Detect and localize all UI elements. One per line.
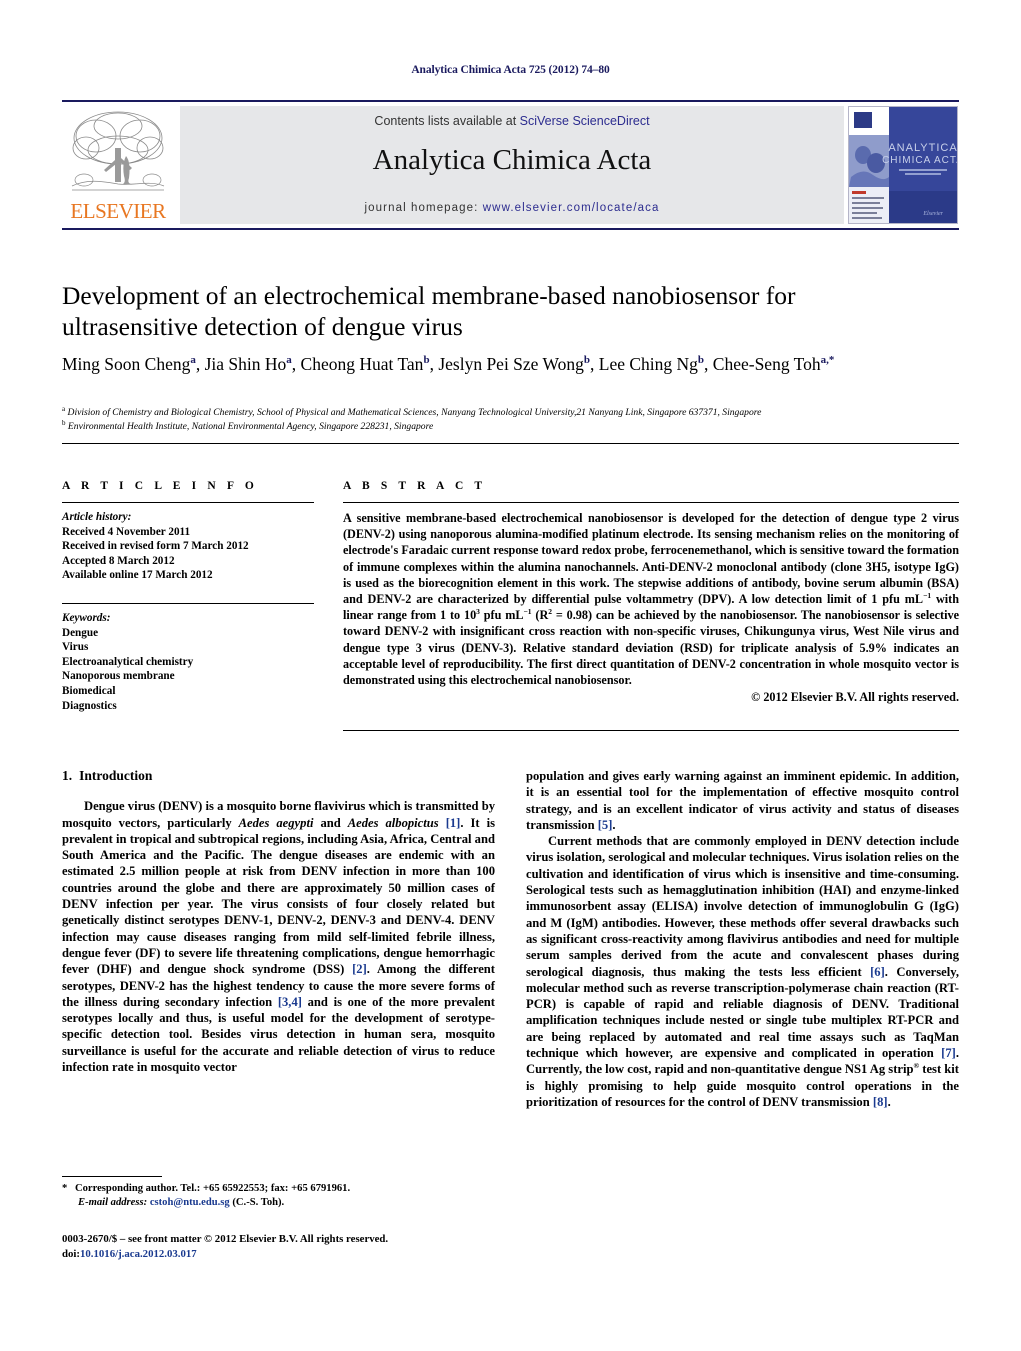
issn-front-matter: 0003-2670/$ – see front matter © 2012 El…	[62, 1233, 389, 1245]
keyword-item: Biomedical	[62, 684, 116, 697]
abstract-bottom-divider	[343, 730, 959, 731]
homepage-label: journal homepage:	[364, 202, 483, 214]
abstract-heading: A B S T R A C T	[343, 480, 487, 492]
keyword-item: Electroanalytical chemistry	[62, 655, 194, 668]
keyword-item: Diagnostics	[62, 699, 117, 712]
journal-homepage-line: journal homepage: www.elsevier.com/locat…	[180, 202, 844, 214]
corresponding-author-note: * Corresponding author. Tel.: +65 659225…	[62, 1183, 351, 1194]
elsevier-tree-icon	[68, 108, 168, 200]
affiliations: a Division of Chemistry and Biological C…	[62, 404, 959, 433]
svg-text:ANALYTICA: ANALYTICA	[888, 142, 957, 154]
abstract-column: A B S T R A C T A sensitive membrane-bas…	[343, 480, 959, 705]
keywords-block: Keywords: Dengue Virus Electroanalytical…	[62, 611, 314, 713]
affiliation-divider	[62, 443, 959, 444]
elsevier-wordmark: ELSEVIER	[70, 199, 166, 223]
article-title: Development of an electrochemical membra…	[62, 281, 796, 341]
email-note[interactable]: E-mail address: cstoh@ntu.edu.sg (C.-S. …	[62, 1196, 495, 1210]
journal-cover-thumbnail: ANALYTICA CHIMICA ACTA Elsevier	[848, 106, 958, 224]
elsevier-logo: ELSEVIER	[62, 104, 174, 226]
abstract-rule	[343, 502, 959, 503]
contents-line: Contents lists available at SciVerse Sci…	[180, 114, 844, 128]
footnote-divider	[62, 1176, 162, 1177]
history-item: Available online 17 March 2012	[62, 569, 213, 582]
body-column-right: population and gives early warning again…	[526, 768, 959, 1110]
imprint-block: 0003-2670/$ – see front matter © 2012 El…	[62, 1232, 562, 1261]
masthead-banner: Contents lists available at SciVerse Sci…	[180, 106, 844, 224]
abstract-text: A sensitive membrane-based electrochemic…	[343, 511, 959, 688]
journal-article-page: Analytica Chimica Acta 725 (2012) 74–80	[0, 0, 1021, 1351]
contents-prefix: Contents lists available at	[374, 114, 520, 128]
history-item: Received in revised form 7 March 2012	[62, 540, 249, 553]
author-list: Ming Soon Chenga, Jia Shin Hoa, Cheong H…	[62, 354, 835, 374]
affiliation-a: a Division of Chemistry and Biological C…	[62, 404, 762, 418]
history-item: Received 4 November 2011	[62, 525, 191, 538]
article-info-heading: A R T I C L E I N F O	[62, 480, 258, 492]
article-info-column: A R T I C L E I N F O Article history: R…	[62, 480, 314, 713]
abstract-copyright: © 2012 Elsevier B.V. All rights reserved…	[751, 690, 959, 705]
affiliation-b: b Environmental Health Institute, Nation…	[62, 418, 434, 432]
keywords-label: Keywords:	[62, 611, 111, 624]
section-heading-introduction: 1. Introduction	[62, 768, 495, 784]
keyword-item: Dengue	[62, 626, 99, 639]
paragraph: population and gives early warning again…	[526, 769, 959, 832]
keywords-rule	[62, 602, 314, 604]
sciencedirect-link[interactable]: SciVerse ScienceDirect	[520, 114, 650, 128]
article-history: Article history: Received 4 November 201…	[62, 510, 314, 583]
article-info-rule	[62, 502, 314, 503]
article-history-label: Article history:	[62, 511, 132, 523]
section-number: 1.	[62, 768, 73, 783]
paragraph: Dengue virus (DENV) is a mosquito borne …	[62, 799, 496, 1075]
homepage-url-link[interactable]: www.elsevier.com/locate/aca	[483, 202, 660, 214]
svg-text:CHIMICA ACTA: CHIMICA ACTA	[882, 155, 957, 166]
section-title: Introduction	[79, 768, 153, 783]
body-column-left: 1. Introduction Dengue virus (DENV) is a …	[62, 768, 495, 1075]
history-item: Accepted 8 March 2012	[62, 554, 175, 567]
journal-masthead: ELSEVIER Contents lists available at Sci…	[62, 100, 959, 230]
footnote-block: * Corresponding author. Tel.: +65 659225…	[62, 1182, 495, 1210]
svg-text:Elsevier: Elsevier	[922, 211, 943, 217]
keyword-item: Virus	[62, 641, 89, 654]
running-head: Analytica Chimica Acta 725 (2012) 74–80	[411, 64, 610, 76]
paragraph: Current methods that are commonly employ…	[526, 834, 959, 1109]
keyword-item: Nanoporous membrane	[62, 670, 175, 683]
doi-line[interactable]: doi:10.1016/j.aca.2012.03.017	[62, 1247, 562, 1262]
journal-title: Analytica Chimica Acta	[372, 144, 652, 176]
